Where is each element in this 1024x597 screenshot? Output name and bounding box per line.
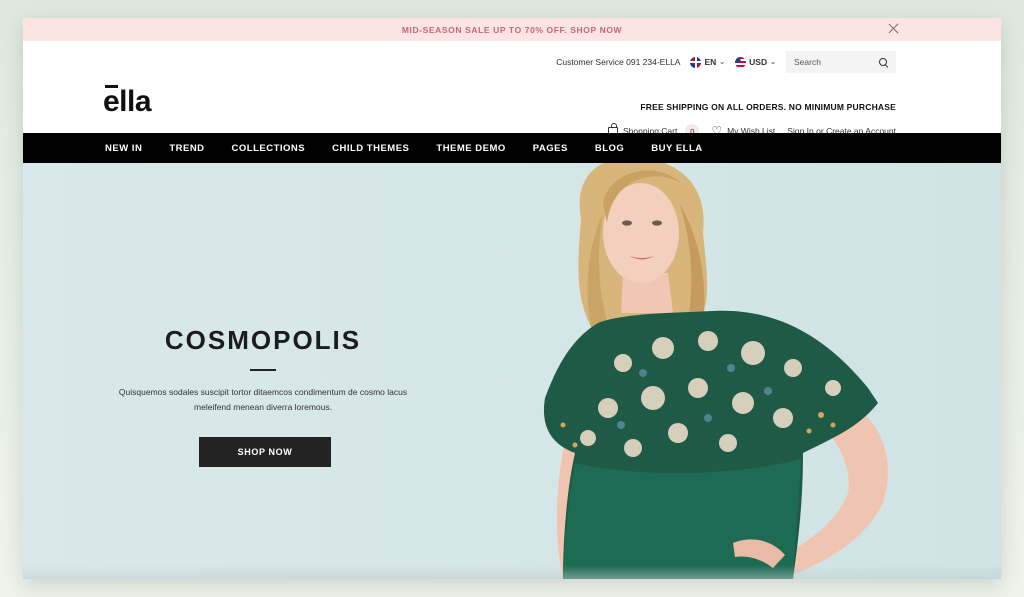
shop-now-button[interactable]: SHOP NOW xyxy=(199,437,331,467)
search-input[interactable]: Search xyxy=(786,51,896,73)
language-selector[interactable]: EN ⌄ xyxy=(690,56,726,68)
hero-banner: COSMOPOLIS Quisquemos sodales suscipit t… xyxy=(23,163,1001,579)
nav-item-pages[interactable]: PAGES xyxy=(533,143,568,154)
uk-flag-icon xyxy=(690,56,702,68)
nav-item-theme-demo[interactable]: THEME DEMO xyxy=(436,143,505,154)
main-nav: NEW IN TREND COLLECTIONS CHILD THEMES TH… xyxy=(23,133,1001,163)
customer-service-text: Customer Service 091 234-ELLA xyxy=(556,57,681,67)
model-image xyxy=(543,163,888,579)
logo[interactable]: ella xyxy=(103,85,152,119)
hero-divider xyxy=(250,369,276,371)
nav-item-buy-ella[interactable]: BUY ELLA xyxy=(651,143,702,154)
language-value: EN xyxy=(704,57,717,67)
chevron-down-icon: ⌄ xyxy=(719,59,726,66)
nav-item-trend[interactable]: TREND xyxy=(169,143,204,154)
search-placeholder: Search xyxy=(794,57,821,67)
browser-page: MID-SEASON SALE UP TO 70% OFF. SHOP NOW … xyxy=(23,18,1001,579)
promo-bar[interactable]: MID-SEASON SALE UP TO 70% OFF. SHOP NOW xyxy=(23,18,1001,41)
us-flag-icon xyxy=(735,56,747,68)
hero-description: Quisquemos sodales suscipit tortor ditae… xyxy=(118,387,408,412)
close-icon[interactable] xyxy=(887,22,901,36)
header-utility-bar: Customer Service 091 234-ELLA EN ⌄ USD ⌄… xyxy=(556,49,896,75)
hero-title: COSMOPOLIS xyxy=(164,325,362,355)
nav-item-blog[interactable]: BLOG xyxy=(595,143,624,154)
nav-item-collections[interactable]: COLLECTIONS xyxy=(232,143,306,154)
hero-bottom-shade xyxy=(23,565,1001,579)
chevron-down-icon: ⌄ xyxy=(770,59,776,66)
promo-text[interactable]: MID-SEASON SALE UP TO 70% OFF. SHOP NOW xyxy=(402,25,622,35)
site-header: ella Customer Service 091 234-ELLA EN ⌄ … xyxy=(23,41,1001,138)
search-icon[interactable] xyxy=(879,57,888,67)
currency-value: USD xyxy=(749,57,768,67)
nav-item-new-in[interactable]: NEW IN xyxy=(105,143,142,154)
nav-item-child-themes[interactable]: CHILD THEMES xyxy=(332,143,409,154)
shipping-notice: FREE SHIPPING ON ALL ORDERS. NO MINIMUM … xyxy=(640,102,896,112)
currency-selector[interactable]: USD ⌄ xyxy=(735,56,776,68)
